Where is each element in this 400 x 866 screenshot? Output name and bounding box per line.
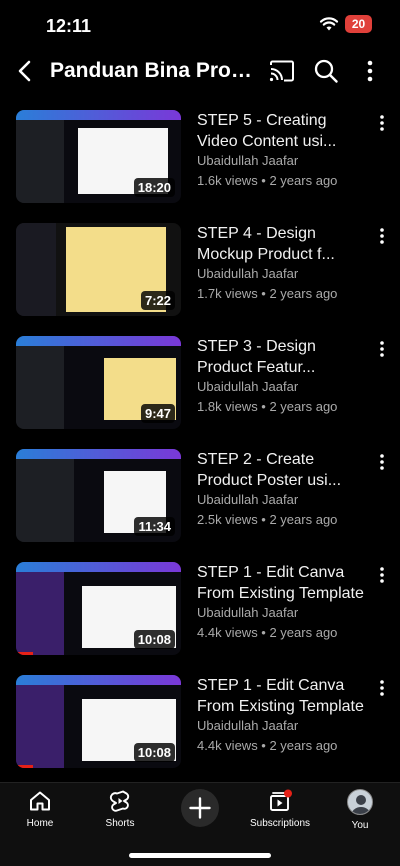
channel-name: Ubaidullah Jaafar	[197, 492, 299, 507]
video-meta: 2.5k views • 2 years ago	[197, 512, 338, 527]
video-title[interactable]: STEP 4 - Design Mockup Product f...	[197, 223, 369, 265]
duration-badge: 11:34	[134, 517, 175, 536]
video-meta: 1.6k views • 2 years ago	[197, 173, 338, 188]
nav-subscriptions[interactable]: Subscriptions	[244, 789, 316, 829]
video-meta: 1.8k views • 2 years ago	[197, 399, 338, 414]
wifi-icon	[319, 17, 339, 31]
video-more-icon[interactable]	[376, 453, 388, 471]
nav-subscriptions-label: Subscriptions	[249, 818, 311, 829]
video-thumbnail[interactable]: 11:34	[16, 449, 181, 542]
battery-indicator: 20	[345, 15, 372, 33]
nav-home[interactable]: Home	[4, 789, 76, 829]
watch-progress-bar	[16, 652, 33, 655]
nav-you-label: You	[351, 820, 369, 831]
top-bar: Panduan Bina Produk	[0, 50, 400, 94]
video-title[interactable]: STEP 5 - Creating Video Content usi...	[197, 110, 369, 152]
video-meta: 1.7k views • 2 years ago	[197, 286, 338, 301]
status-time: 12:11	[46, 16, 92, 36]
video-title[interactable]: STEP 2 - Create Product Poster usi...	[197, 449, 369, 491]
video-more-icon[interactable]	[376, 340, 388, 358]
channel-name: Ubaidullah Jaafar	[197, 266, 299, 281]
duration-badge: 10:08	[133, 743, 175, 762]
cast-icon[interactable]	[268, 58, 296, 84]
status-bar: 12:11 20	[0, 0, 400, 50]
video-thumbnail[interactable]: 18:20	[16, 110, 181, 203]
avatar	[347, 789, 373, 815]
duration-badge: 9:47	[140, 404, 175, 423]
video-title[interactable]: STEP 1 - Edit Canva From Existing Templa…	[197, 562, 369, 604]
back-arrow-icon[interactable]	[12, 58, 38, 84]
duration-badge: 7:22	[140, 291, 175, 310]
video-more-icon[interactable]	[376, 114, 388, 132]
subscriptions-icon	[270, 789, 292, 811]
user-avatar-icon	[351, 795, 371, 814]
video-title[interactable]: STEP 3 - Design Product Featur...	[197, 336, 369, 378]
video-thumbnail[interactable]: 10:08	[16, 675, 181, 768]
video-more-icon[interactable]	[376, 679, 388, 697]
channel-name: Ubaidullah Jaafar	[197, 379, 299, 394]
video-meta: 4.4k views • 2 years ago	[197, 625, 338, 640]
nav-shorts[interactable]: Shorts	[84, 789, 156, 829]
video-item[interactable]: 7:22 STEP 4 - Design Mockup Product f...…	[0, 221, 400, 334]
watch-progress-bar	[16, 765, 33, 768]
channel-name: Ubaidullah Jaafar	[197, 605, 299, 620]
status-icons: 20	[319, 15, 372, 33]
more-options-icon[interactable]	[360, 58, 380, 84]
video-thumbnail[interactable]: 10:08	[16, 562, 181, 655]
video-thumbnail[interactable]: 9:47	[16, 336, 181, 429]
video-item[interactable]: 18:20 STEP 5 - Creating Video Content us…	[0, 108, 400, 221]
channel-name: Ubaidullah Jaafar	[197, 718, 299, 733]
video-thumbnail[interactable]: 7:22	[16, 223, 181, 316]
shorts-icon	[109, 790, 130, 812]
video-item[interactable]: 10:08 STEP 1 - Edit Canva From Existing …	[0, 673, 400, 786]
nav-shorts-label: Shorts	[105, 818, 135, 829]
video-item[interactable]: 9:47 STEP 3 - Design Product Featur... U…	[0, 334, 400, 447]
video-list: 18:20 STEP 5 - Creating Video Content us…	[0, 108, 400, 786]
video-more-icon[interactable]	[376, 566, 388, 584]
video-title[interactable]: STEP 1 - Edit Canva From Existing Templa…	[197, 675, 369, 717]
nav-you[interactable]: You	[324, 789, 396, 831]
search-icon[interactable]	[313, 58, 339, 84]
create-button[interactable]	[181, 789, 219, 827]
video-item[interactable]: 11:34 STEP 2 - Create Product Poster usi…	[0, 447, 400, 560]
home-icon	[30, 791, 50, 811]
video-item[interactable]: 10:08 STEP 1 - Edit Canva From Existing …	[0, 560, 400, 673]
channel-name: Ubaidullah Jaafar	[197, 153, 299, 168]
duration-badge: 10:08	[133, 630, 175, 649]
plus-icon	[189, 797, 211, 819]
nav-home-label: Home	[26, 818, 54, 829]
video-more-icon[interactable]	[376, 227, 388, 245]
home-indicator	[129, 853, 271, 858]
page-title: Panduan Bina Produk	[50, 59, 255, 82]
duration-badge: 18:20	[133, 178, 175, 197]
video-meta: 4.4k views • 2 years ago	[197, 738, 338, 753]
